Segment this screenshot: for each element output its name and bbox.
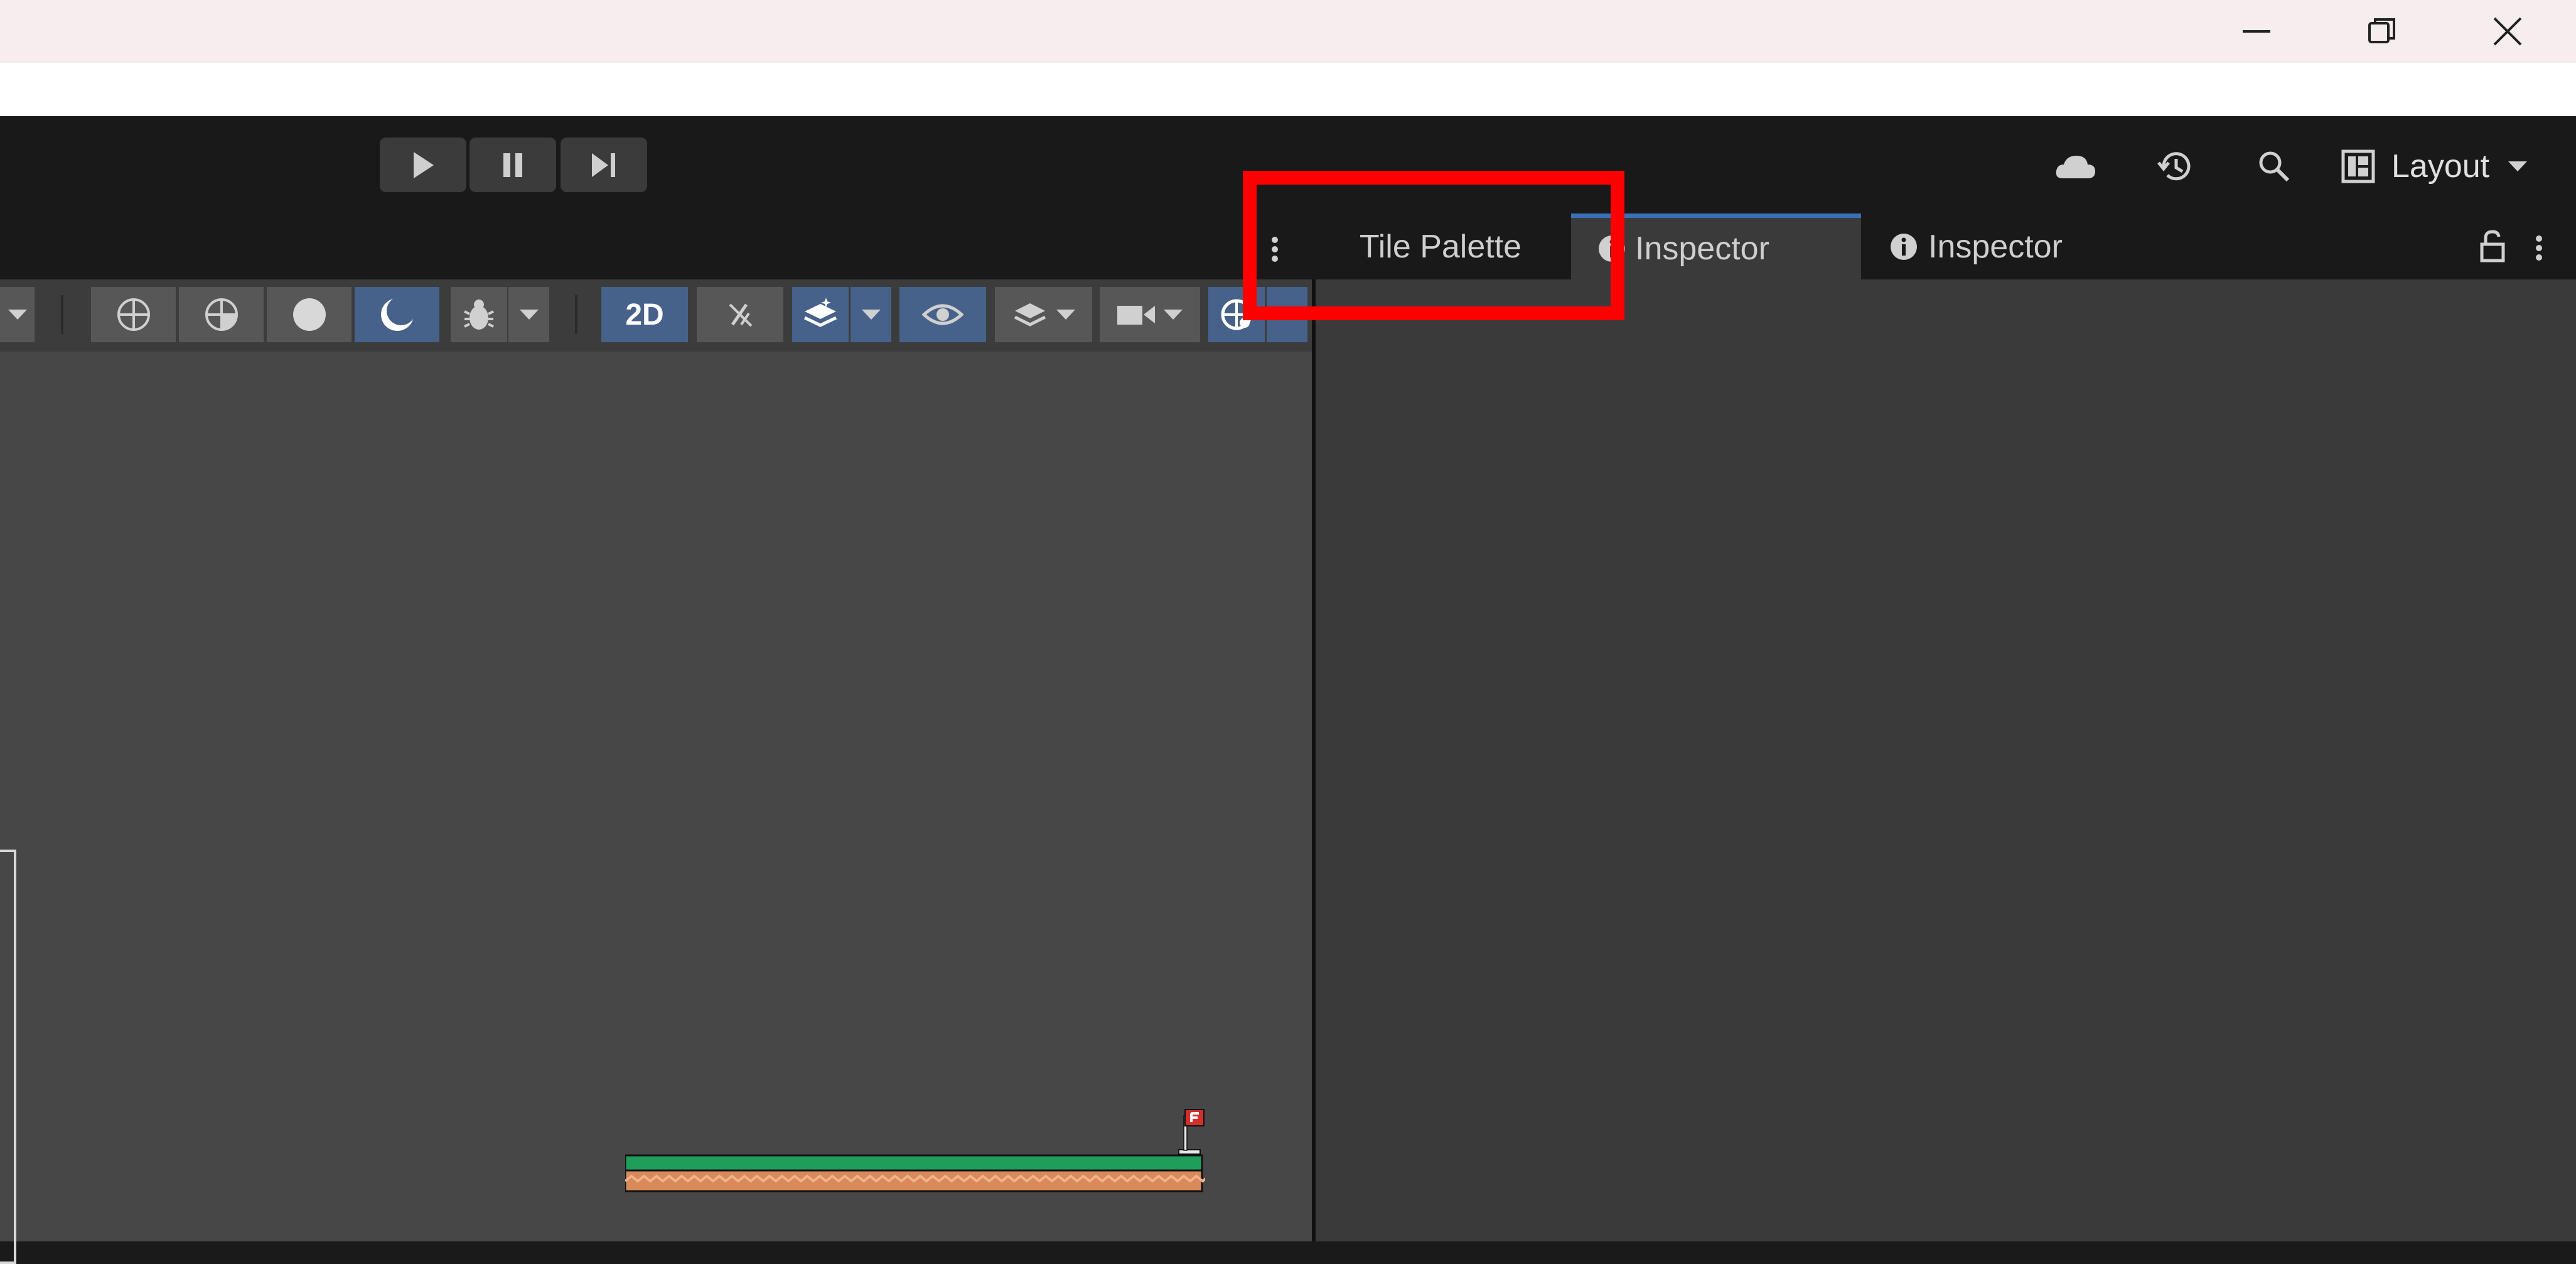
wireframe-sphere-icon [117,298,150,331]
shading-unlit-button[interactable] [355,287,439,342]
tab-label: Tile Palette [1359,228,1522,265]
history-icon [2157,152,2191,181]
shading-wireframe-button[interactable] [91,287,176,342]
chevron-down-icon [2508,161,2528,171]
unlit-sphere-icon [380,296,416,331]
search-icon [2259,151,2290,182]
lock-button[interactable] [2478,229,2507,263]
cloud-button[interactable] [2047,138,2104,195]
tab-tile-palette[interactable]: Tile Palette [1318,213,1563,279]
layout-label: Layout [2391,148,2490,185]
gizmo-globe-icon [1221,299,1252,330]
shading-shaded-wireframe-button[interactable] [179,287,264,342]
shading-shaded-button[interactable] [267,287,352,342]
tab-inspector[interactable]: Inspector [1889,213,2140,279]
restore-icon [2368,18,2395,43]
goal-flag-sprite [1178,1109,1205,1155]
tab-label: Inspector [1928,228,2063,265]
chevron-down-icon [1056,310,1075,320]
tab-inspector-active[interactable]: Inspector [1571,213,1861,279]
effects-dropdown[interactable] [851,287,891,342]
layout-dropdown[interactable]: Layout [2341,138,2542,195]
inspector-menu-button[interactable] [2530,232,2548,264]
tab-row [0,213,2576,279]
layout-icon [2341,149,2375,183]
play-button[interactable] [380,138,466,192]
minimize-icon [2243,30,2270,33]
window-titlebar [0,0,2576,63]
chevron-down-icon [519,310,539,320]
gizmos-toggle[interactable] [1208,287,1265,342]
chevron-down-icon [8,310,27,320]
play-icon [414,151,434,178]
close-icon [2493,17,2522,46]
camera-icon [1117,306,1155,325]
kebab-menu-icon [1272,237,1278,262]
mode-2d-label: 2D [625,298,664,332]
ground-platform-sprite [625,1154,1205,1192]
step-icon [592,153,615,177]
kebab-menu-icon [2536,235,2542,261]
chevron-down-icon [861,310,881,320]
search-button[interactable] [2246,138,2302,195]
minimize-button[interactable] [2194,0,2319,63]
scene-dropdown[interactable] [0,287,35,342]
layers-dropdown[interactable] [995,287,1092,342]
tab-menu-button[interactable] [1265,234,1284,265]
separator [61,295,63,334]
info-icon [1891,233,1917,260]
pause-icon [503,153,522,177]
camera-dropdown[interactable] [1100,287,1200,342]
step-button[interactable] [561,138,647,192]
history-button[interactable] [2147,138,2203,195]
separator [575,295,577,334]
debug-draw-dropdown[interactable] [508,287,549,342]
layers-icon [1014,303,1046,327]
maximize-button[interactable] [2319,0,2445,63]
lock-icon [2480,230,2505,262]
gizmos-dropdown[interactable] [1267,287,1307,342]
close-button[interactable] [2445,0,2570,63]
pause-button[interactable] [470,138,556,192]
lighting-toggle[interactable] [697,287,783,342]
tab-label: Inspector [1635,230,1769,267]
bug-icon [464,300,494,330]
cloud-icon [2056,156,2095,178]
scene-visibility-toggle[interactable] [899,287,986,342]
scene-view[interactable] [0,352,1312,1264]
effects-toggle[interactable] [792,287,849,342]
mode-2d-toggle[interactable]: 2D [601,287,688,342]
chevron-down-icon [1164,310,1183,320]
inspector-panel [1316,279,2576,1241]
shaded-sphere-icon [292,298,326,331]
info-icon [1599,235,1625,262]
camera-bounds-frame [0,850,16,1264]
debug-draw-button[interactable] [451,287,507,342]
shaded-wireframe-sphere-icon [205,298,238,331]
layers-effects-icon [803,298,837,327]
menu-bar [0,63,2576,116]
lighting-off-icon [729,303,753,327]
eye-icon [922,304,963,325]
